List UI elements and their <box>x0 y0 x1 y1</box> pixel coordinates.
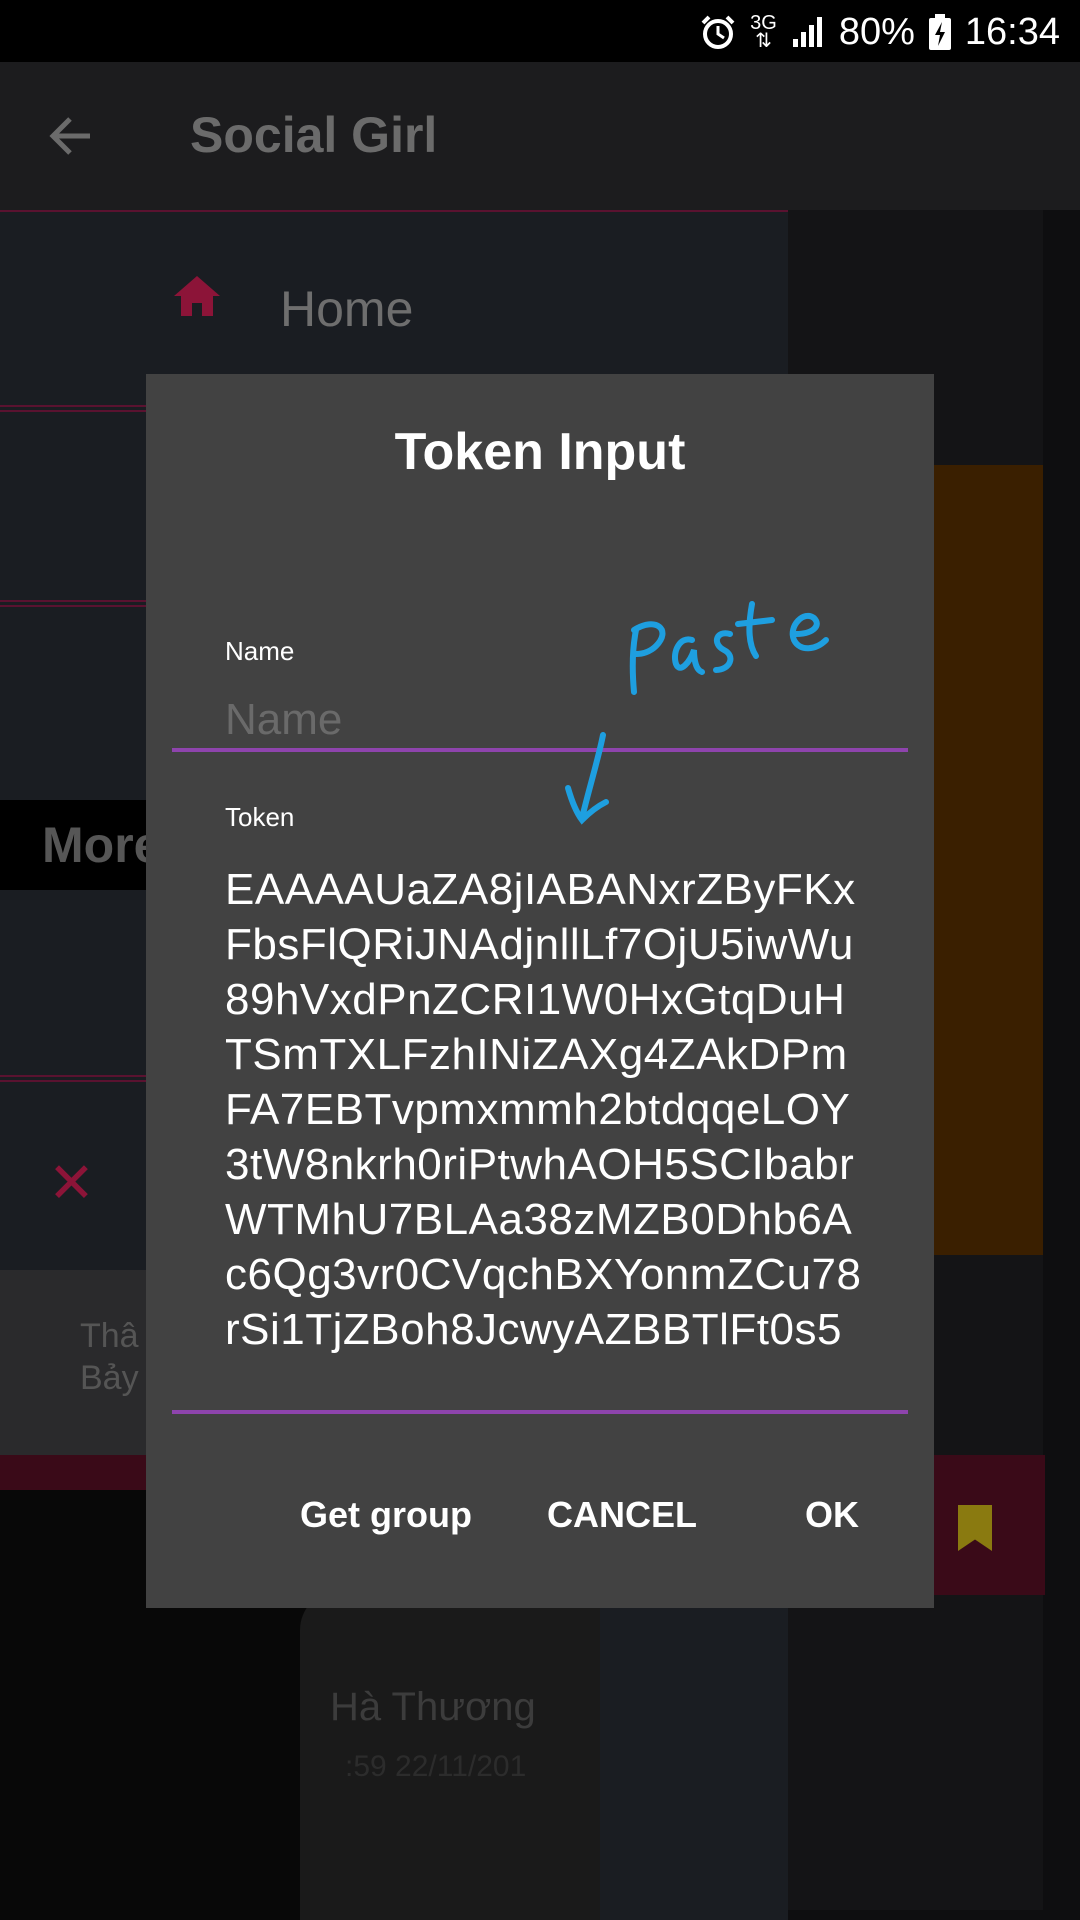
cancel-button[interactable]: CANCEL <box>547 1494 697 1536</box>
name-field-label: Name <box>225 636 295 666</box>
home-icon <box>174 276 220 316</box>
status-bar: 3G ⇅ 80% 16:34 <box>0 0 1080 62</box>
app-title: Social Girl <box>190 107 438 163</box>
feed-image <box>920 465 1043 1255</box>
get-group-button[interactable]: Get group <box>300 1494 472 1536</box>
battery-percent: 80% <box>838 10 915 53</box>
ok-button[interactable]: OK <box>805 1494 859 1536</box>
token-input-dialog: Token Input Name Token EAAAAUaZA8jIABANx… <box>146 374 934 1608</box>
drawer-item-label: Home <box>280 281 414 337</box>
token-input-underline <box>172 1410 908 1414</box>
back-arrow-icon[interactable] <box>42 106 102 166</box>
signal-icon <box>792 17 822 47</box>
post-author: Hà Thương <box>330 1685 536 1729</box>
network-type: 3G ⇅ <box>750 12 777 52</box>
token-input[interactable]: EAAAAUaZA8jIABANxrZByFKxFbsFlQRiJNAdjnll… <box>225 862 865 1357</box>
clock: 16:34 <box>964 10 1060 53</box>
app-bar: Social Girl <box>0 62 1080 210</box>
dialog-title: Token Input <box>394 423 686 481</box>
battery-charging-icon <box>928 14 951 50</box>
post-time: :59 22/11/201 <box>345 1750 527 1783</box>
drawer-section-label: More <box>42 817 162 873</box>
status-icons: 3G ⇅ 80% 16:34 <box>700 10 1060 54</box>
feed-card-text: Thâ Bảy <box>80 1317 139 1397</box>
alarm-icon <box>701 15 735 49</box>
token-field-label: Token <box>225 802 295 832</box>
paste-annotation <box>565 601 829 825</box>
close-icon[interactable]: ✕ <box>48 1150 95 1216</box>
